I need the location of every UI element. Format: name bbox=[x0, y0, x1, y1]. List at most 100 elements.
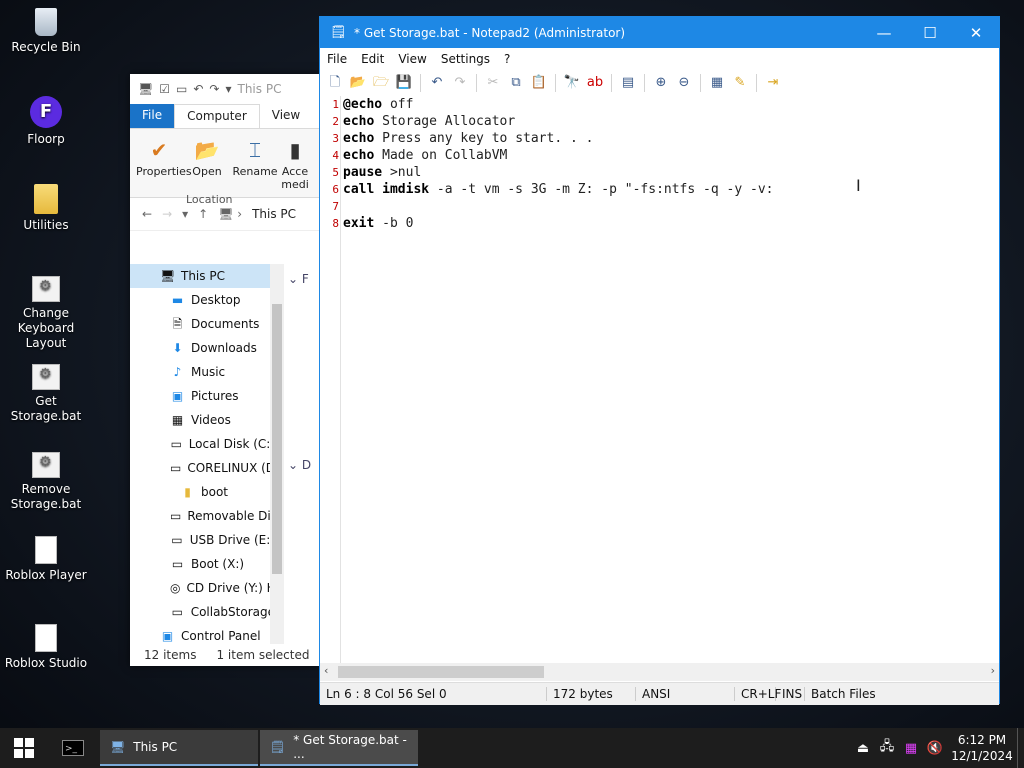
tab-computer[interactable]: Computer bbox=[174, 104, 260, 128]
paste-icon[interactable]: 📋 bbox=[530, 74, 548, 92]
nav-item-music[interactable]: ♪ Music bbox=[130, 360, 275, 384]
chevron-down-icon[interactable]: ▾ bbox=[225, 82, 231, 96]
zoom-out-icon[interactable]: ⊖ bbox=[675, 74, 693, 92]
exit-icon[interactable]: ⇥ bbox=[764, 74, 782, 92]
breadcrumb[interactable]: This PC bbox=[252, 207, 296, 221]
taskbar-command-prompt[interactable]: >_ bbox=[48, 730, 98, 766]
recent-chevron-icon[interactable]: ▾ bbox=[182, 207, 188, 221]
nav-item-cd-drive[interactable]: ◎ CD Drive (Y:) H bbox=[130, 576, 276, 600]
nav-item-this-pc[interactable]: 🖥 This PC bbox=[130, 264, 275, 288]
browse-icon[interactable]: 🗁 bbox=[372, 74, 390, 92]
desktop-icon-floorp[interactable]: F Floorp bbox=[0, 96, 92, 147]
scroll-left-arrow-icon[interactable]: ‹ bbox=[324, 664, 328, 677]
save-icon[interactable]: 💾 bbox=[395, 74, 413, 92]
menu-help[interactable]: ? bbox=[497, 52, 517, 66]
scrollbar-thumb[interactable] bbox=[338, 666, 544, 678]
tab-file[interactable]: File bbox=[130, 104, 175, 128]
menu-bar: File Edit View Settings ? bbox=[320, 48, 999, 70]
group-header-fragment[interactable]: ⌄ F bbox=[288, 272, 309, 286]
undo-icon[interactable]: ↶ bbox=[428, 74, 446, 92]
nav-item-boot-drive[interactable]: ▭ Boot (X:) bbox=[130, 552, 275, 576]
menu-file[interactable]: File bbox=[320, 52, 354, 66]
up-arrow-icon[interactable]: ↑ bbox=[198, 207, 208, 221]
zoom-in-icon[interactable]: ⊕ bbox=[652, 74, 670, 92]
nav-scrollbar[interactable] bbox=[270, 264, 284, 644]
desktop-icon-get-storage[interactable]: Get Storage.bat bbox=[0, 360, 92, 424]
properties-check-icon[interactable]: ☑ bbox=[159, 82, 170, 96]
insert-mode[interactable]: INS bbox=[776, 687, 805, 701]
redo-icon[interactable]: ↷ bbox=[209, 82, 219, 96]
rename-button[interactable]: ⌶ Rename bbox=[232, 135, 278, 197]
notepad2-window[interactable]: 🗒 * Get Storage.bat - Notepad2 (Administ… bbox=[319, 16, 1000, 705]
line-text: >nul bbox=[382, 165, 422, 180]
desktop-icon-remove-storage[interactable]: Remove Storage.bat bbox=[0, 448, 92, 512]
new-file-icon[interactable]: 🗋 bbox=[326, 74, 344, 92]
folder-icon: ▮ bbox=[184, 485, 191, 499]
nav-item-downloads[interactable]: ⬇ Downloads bbox=[130, 336, 275, 360]
desktop-icon-recycle-bin[interactable]: Recycle Bin bbox=[0, 8, 92, 55]
color-app-icon[interactable]: ▦ bbox=[899, 741, 923, 756]
undo-icon[interactable]: ↶ bbox=[193, 82, 203, 96]
nav-item-removable-disk[interactable]: ▭ Removable Dis bbox=[130, 504, 277, 528]
notepad-app-icon: 🗒 bbox=[330, 25, 347, 40]
group-header-fragment[interactable]: ⌄ D bbox=[288, 458, 311, 472]
nav-item-local-disk[interactable]: ▭ Local Disk (C:) bbox=[130, 432, 275, 456]
show-desktop-button[interactable] bbox=[1017, 728, 1024, 768]
line-number: 1 bbox=[332, 98, 339, 111]
desktop-icon-change-keyboard-layout[interactable]: Change Keyboard Layout bbox=[0, 272, 92, 351]
notepad-app-icon: 🗒 bbox=[270, 740, 286, 754]
nav-label: Music bbox=[191, 365, 226, 379]
clock[interactable]: 6:12 PM 12/1/2024 bbox=[947, 732, 1017, 764]
redo-icon[interactable]: ↷ bbox=[451, 74, 469, 92]
nav-item-videos[interactable]: ▦ Videos bbox=[130, 408, 275, 432]
cut-icon[interactable]: ✂ bbox=[484, 74, 502, 92]
text-editor[interactable]: 1 @echo off 2 echo Storage Allocator 3 echo… bbox=[320, 96, 999, 663]
speaker-muted-icon[interactable]: 🔇 bbox=[923, 741, 947, 756]
menu-edit[interactable]: Edit bbox=[354, 52, 391, 66]
back-arrow-icon[interactable]: ← bbox=[142, 207, 152, 221]
scroll-right-arrow-icon[interactable]: › bbox=[991, 664, 995, 677]
nav-item-boot-folder[interactable]: ▮ boot bbox=[130, 480, 275, 504]
nav-item-pictures[interactable]: ▣ Pictures bbox=[130, 384, 275, 408]
desktop-icon-utilities[interactable]: Utilities bbox=[0, 184, 92, 233]
new-folder-icon[interactable]: ▭ bbox=[176, 82, 187, 96]
file-explorer-window[interactable]: 🖥 ☑ ▭ ↶ ↷ ▾ This PC File Computer View ✔… bbox=[130, 74, 320, 666]
forward-arrow-icon[interactable]: → bbox=[162, 207, 172, 221]
nav-item-collabstorage[interactable]: ▭ CollabStorage bbox=[130, 600, 275, 624]
title-bar[interactable]: 🗒 * Get Storage.bat - Notepad2 (Administ… bbox=[320, 17, 999, 48]
network-icon[interactable]: 🖧 bbox=[875, 737, 899, 759]
start-button[interactable] bbox=[0, 728, 48, 768]
menu-view[interactable]: View bbox=[391, 52, 433, 66]
nav-item-corelinux[interactable]: ▭ CORELINUX (D bbox=[130, 456, 275, 480]
properties-button[interactable]: ✔ Properties bbox=[136, 135, 192, 197]
command-prompt-icon: >_ bbox=[62, 740, 84, 756]
nav-item-documents[interactable]: 🗎 Documents bbox=[130, 312, 275, 336]
syntax-scheme[interactable]: Batch Files bbox=[805, 687, 882, 701]
horizontal-scrollbar[interactable]: ‹ › bbox=[320, 663, 999, 681]
word-wrap-icon[interactable]: ▤ bbox=[619, 74, 637, 92]
encoding[interactable]: ANSI bbox=[636, 687, 735, 701]
copy-icon[interactable]: ⧉ bbox=[507, 74, 525, 92]
line-endings[interactable]: CR+LF bbox=[735, 687, 781, 701]
usb-eject-icon[interactable]: ⏏ bbox=[851, 741, 875, 756]
customize-schemes-icon[interactable]: ✎ bbox=[731, 74, 749, 92]
tab-view[interactable]: View bbox=[260, 104, 312, 128]
open-folder-icon[interactable]: 📂 bbox=[349, 74, 367, 92]
maximize-button[interactable]: ☐ bbox=[907, 24, 953, 42]
taskbar-this-pc[interactable]: 🖥 This PC bbox=[100, 730, 258, 766]
nav-item-usb-drive[interactable]: ▭ USB Drive (E:) bbox=[130, 528, 275, 552]
scheme-icon[interactable]: ▦ bbox=[708, 74, 726, 92]
desktop-icon-roblox-player[interactable]: Roblox Player bbox=[0, 536, 92, 583]
close-button[interactable]: ✕ bbox=[953, 24, 999, 42]
scrollbar-thumb[interactable] bbox=[272, 304, 282, 574]
taskbar-notepad[interactable]: 🗒 * Get Storage.bat - ... bbox=[260, 730, 418, 766]
replace-icon[interactable]: ab bbox=[586, 74, 604, 92]
access-media-button[interactable]: ▮ Acce medi bbox=[280, 135, 310, 197]
find-icon[interactable]: 🔭 bbox=[563, 74, 581, 92]
open-button[interactable]: 📂 Open bbox=[184, 135, 230, 197]
desktop-icon-roblox-studio[interactable]: Roblox Studio bbox=[0, 624, 92, 671]
keyword: exit bbox=[343, 216, 375, 231]
minimize-button[interactable]: — bbox=[861, 24, 907, 42]
nav-item-desktop[interactable]: ▬ Desktop bbox=[130, 288, 275, 312]
menu-settings[interactable]: Settings bbox=[434, 52, 497, 66]
